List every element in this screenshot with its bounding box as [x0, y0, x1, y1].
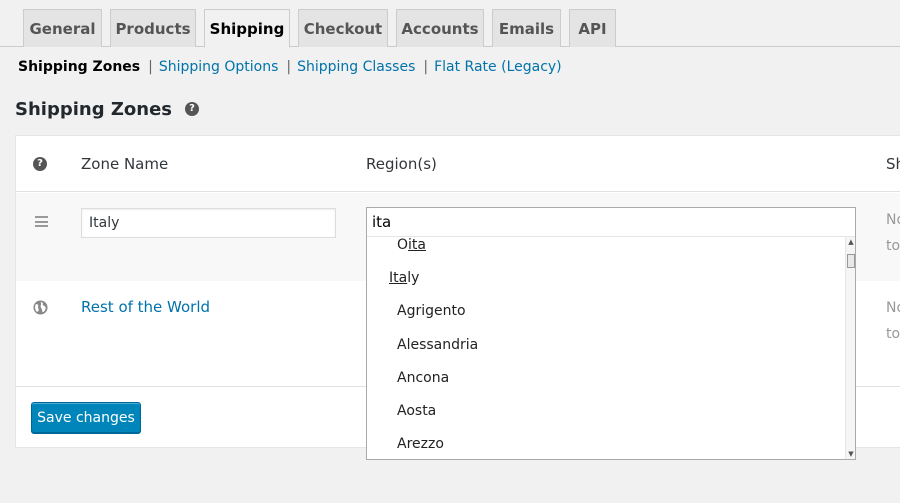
region-option[interactable]: Aosta	[397, 403, 436, 419]
option-text-match: Ita	[389, 270, 408, 286]
rest-of-world-link[interactable]: Rest of the World	[81, 298, 210, 316]
tab-emails[interactable]: Emails	[492, 9, 561, 47]
option-text-match: ita	[408, 237, 426, 253]
help-icon[interactable]: ?	[33, 157, 47, 171]
settings-tabs: General Products Shipping Checkout Accou…	[0, 0, 900, 48]
tab-checkout[interactable]: Checkout	[298, 9, 388, 47]
option-text-post: ly	[407, 270, 420, 286]
subnav-shipping-options[interactable]: Shipping Options	[159, 59, 279, 75]
region-search-input[interactable]	[367, 208, 855, 237]
subnav-separator: |	[148, 59, 153, 75]
page-title: Shipping Zones	[15, 98, 173, 120]
region-option[interactable]: Ancona	[397, 370, 449, 386]
scroll-down-arrow-icon[interactable]: ▼	[846, 449, 856, 459]
tab-api[interactable]: API	[569, 9, 616, 47]
globe-icon	[33, 300, 48, 315]
region-option[interactable]: Oita	[397, 237, 426, 253]
region-select[interactable]: Oita Italy Agrigento Alessandria Ancona …	[366, 207, 856, 460]
save-changes-button[interactable]: Save changes	[31, 402, 141, 433]
zone-name-input[interactable]	[81, 208, 336, 238]
subnav-separator: |	[423, 59, 429, 75]
column-help: ?	[33, 136, 47, 192]
page-title-wrap: Shipping Zones ?	[15, 96, 200, 122]
shipping-methods-text: No	[886, 300, 900, 316]
region-option[interactable]: Arezzo	[397, 436, 444, 452]
tab-general[interactable]: General	[23, 9, 102, 47]
shipping-methods-text: No	[886, 212, 900, 228]
tab-shipping[interactable]: Shipping	[204, 9, 290, 48]
table-header: ? Zone Name Region(s) Sh	[16, 136, 900, 192]
scroll-thumb[interactable]	[847, 254, 855, 268]
subnav-shipping-zones[interactable]: Shipping Zones	[18, 59, 140, 75]
region-option[interactable]: Alessandria	[397, 337, 478, 353]
scroll-up-arrow-icon[interactable]: ▲	[846, 237, 856, 247]
shipping-methods-text: to	[886, 238, 900, 254]
tab-accounts[interactable]: Accounts	[396, 9, 484, 47]
region-option[interactable]: Agrigento	[397, 303, 466, 319]
subnav-flat-rate-legacy[interactable]: Flat Rate (Legacy)	[434, 59, 562, 75]
menu-icon[interactable]	[35, 216, 48, 227]
column-zone-name: Zone Name	[81, 155, 169, 173]
help-icon[interactable]: ?	[185, 102, 200, 116]
column-shipping-methods: Sh	[886, 155, 900, 173]
column-regions: Region(s)	[366, 155, 437, 173]
results-scrollbar[interactable]: ▲ ▼	[845, 237, 855, 459]
option-text-pre: O	[397, 237, 409, 253]
region-option[interactable]: Italy	[389, 270, 419, 286]
shipping-subnav: Shipping Zones | Shipping Options | Ship…	[18, 57, 562, 77]
subnav-separator: |	[286, 59, 292, 75]
region-results-list[interactable]: Oita Italy Agrigento Alessandria Ancona …	[367, 237, 845, 459]
shipping-methods-text: to	[886, 326, 900, 342]
subnav-shipping-classes[interactable]: Shipping Classes	[297, 59, 415, 75]
tab-products[interactable]: Products	[110, 9, 196, 47]
